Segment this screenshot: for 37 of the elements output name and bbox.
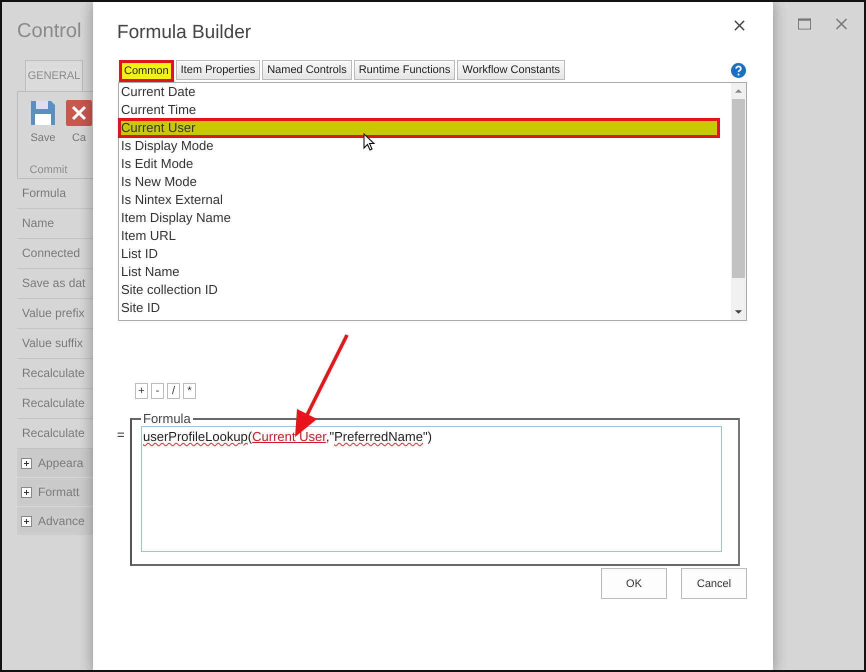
tab[interactable]: Common — [119, 60, 174, 82]
group-label: Formula — [142, 411, 192, 426]
list-item[interactable]: Site collection ID — [119, 281, 731, 299]
list-item[interactable]: Current User — [119, 119, 719, 137]
list-item[interactable]: Item Display Name — [119, 209, 731, 227]
list-item[interactable]: Current Date — [119, 83, 731, 101]
list-item[interactable]: Is Nintex External — [119, 191, 731, 209]
list-item[interactable]: Item URL — [119, 227, 731, 245]
equals-sign: = — [117, 427, 126, 442]
list-item[interactable]: Is Edit Mode — [119, 155, 731, 173]
list-item[interactable]: Current Time — [119, 101, 731, 119]
tab[interactable]: Item Properties — [176, 60, 260, 80]
scroll-up-icon[interactable] — [734, 88, 743, 94]
operator-button[interactable]: / — [167, 383, 180, 399]
tab[interactable]: Runtime Functions — [354, 60, 456, 80]
operator-button[interactable]: * — [183, 383, 196, 399]
formula-field[interactable]: userProfileLookup(Current User,"PreferredName") — [141, 426, 722, 552]
list-item[interactable]: List ID — [119, 245, 731, 263]
mouse-pointer-icon — [363, 133, 375, 151]
scroll-down-icon[interactable] — [734, 309, 743, 315]
operator-button[interactable]: - — [151, 383, 164, 399]
panel-title: Control — [17, 20, 82, 44]
list-item[interactable]: Is New Mode — [119, 173, 731, 191]
list-item[interactable]: Site ID — [119, 299, 731, 317]
ribbon-group-label: Commit — [28, 164, 68, 178]
close-icon[interactable] — [734, 20, 745, 31]
list-item[interactable]: List Name — [119, 263, 731, 281]
operator-button[interactable]: + — [135, 383, 148, 399]
dialog-title: Formula Builder — [117, 22, 252, 44]
dialog-button[interactable]: Cancel — [681, 568, 747, 599]
tab[interactable]: Named Controls — [262, 60, 352, 80]
scrollbar[interactable] — [731, 83, 746, 320]
dialog-button[interactable]: OK — [601, 568, 667, 599]
tab[interactable]: Workflow Constants — [457, 60, 566, 80]
list-item[interactable]: Is Display Mode — [119, 137, 731, 155]
maximize-icon[interactable] — [798, 18, 811, 30]
help-icon[interactable] — [731, 63, 746, 78]
